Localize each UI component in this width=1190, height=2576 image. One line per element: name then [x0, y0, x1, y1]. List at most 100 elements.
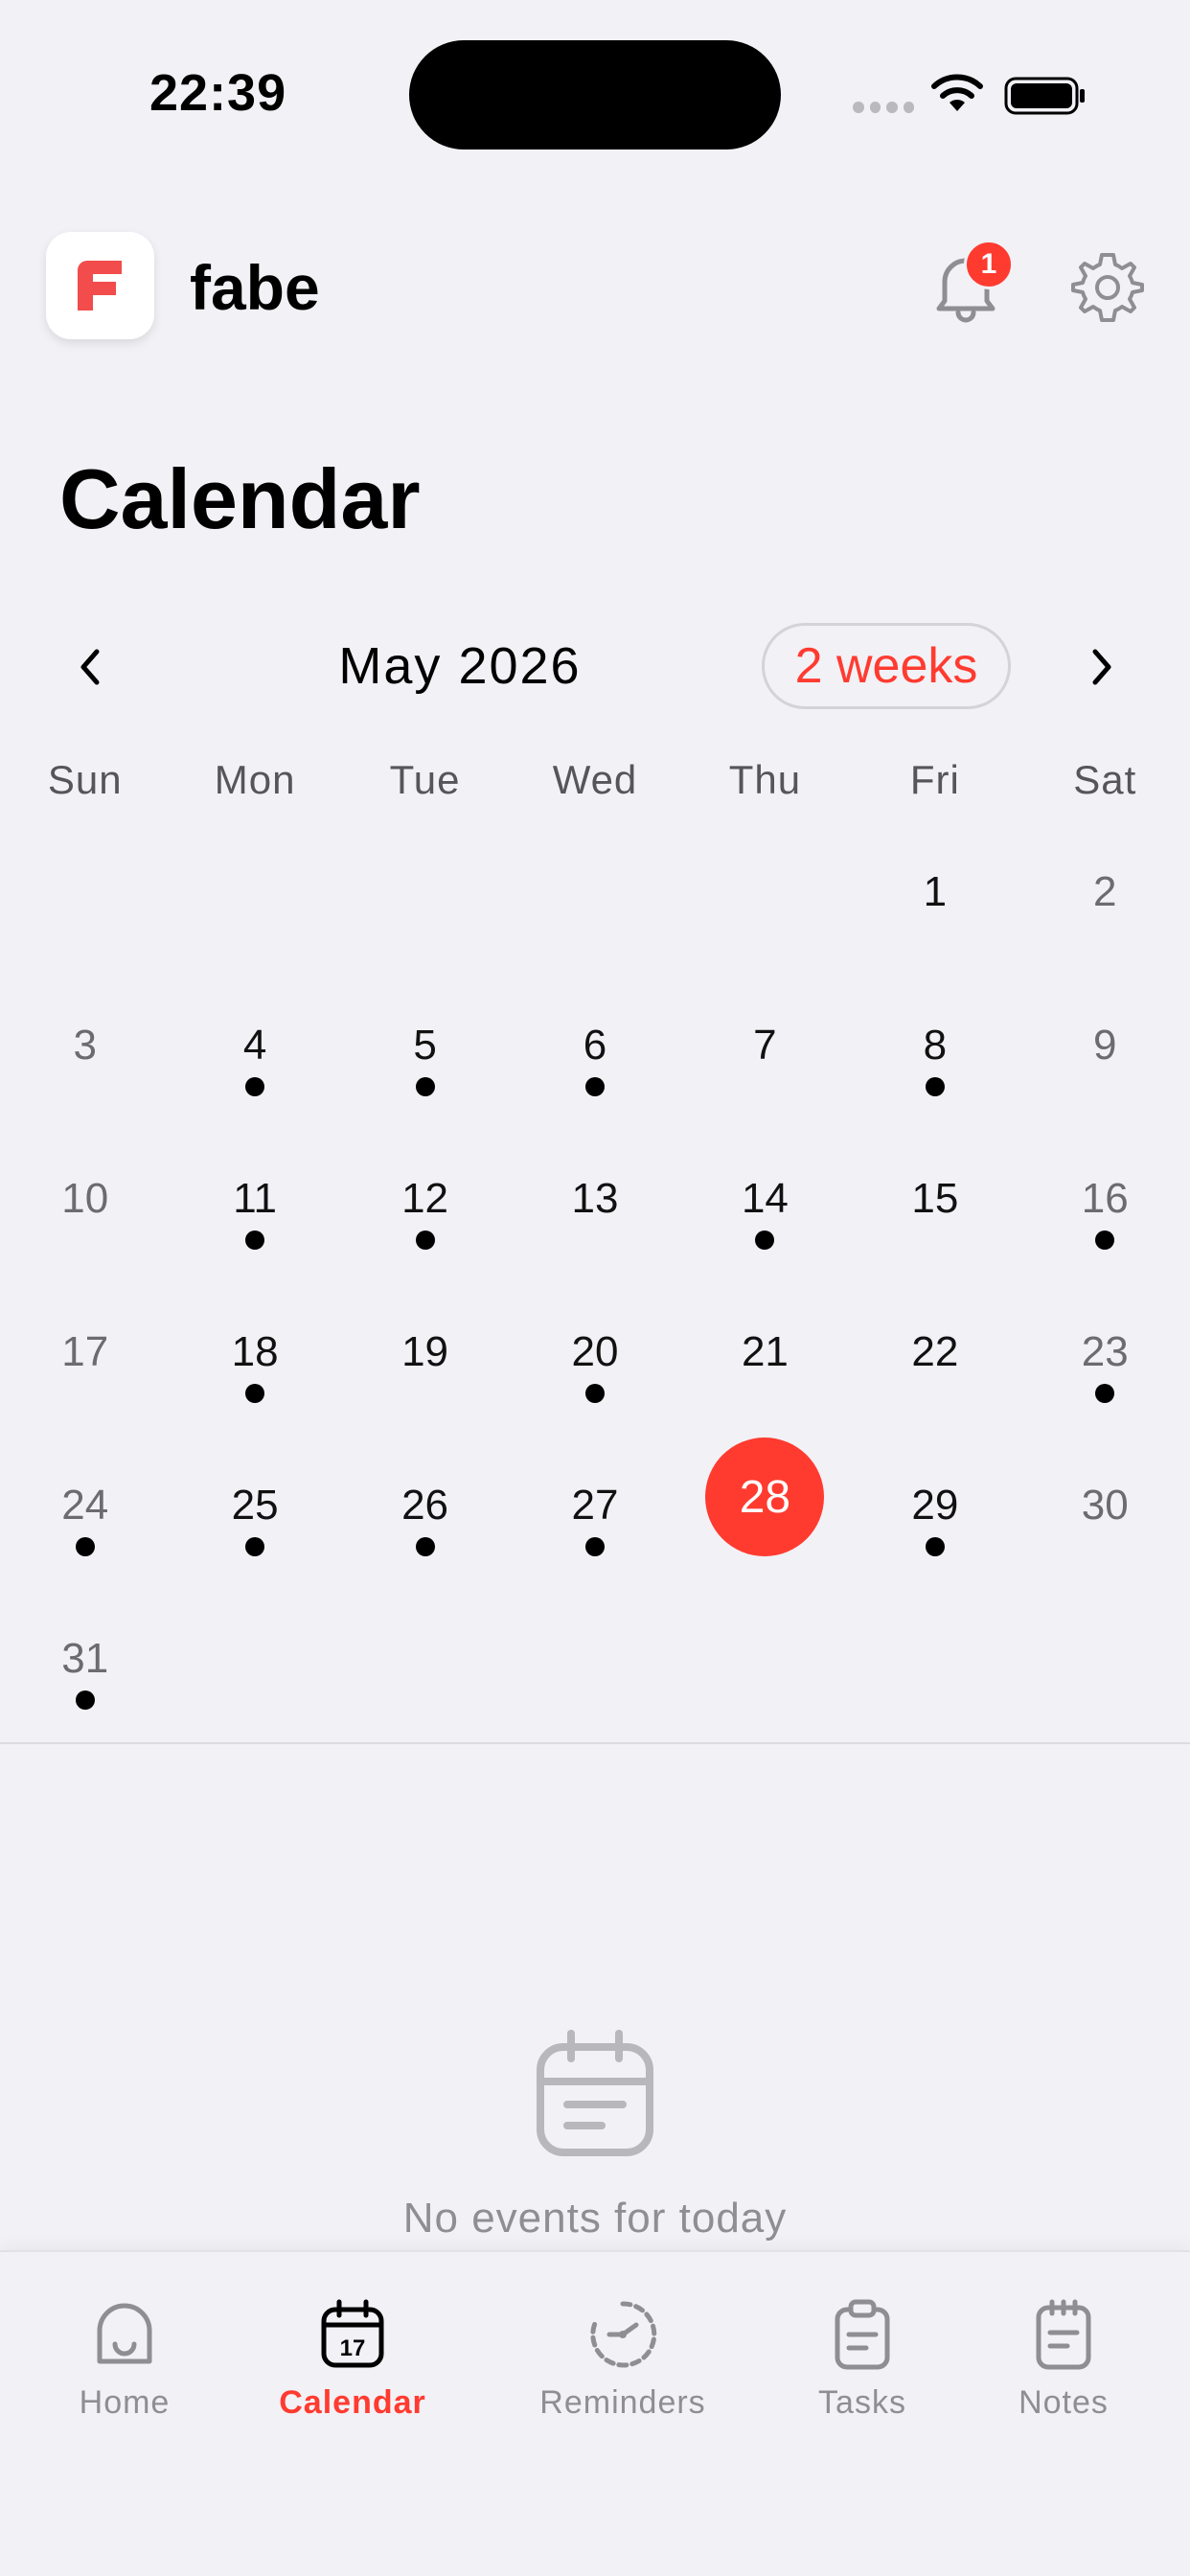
- day-number: 6: [583, 1022, 607, 1069]
- day-number: 31: [61, 1635, 109, 1682]
- day-cell[interactable]: 29: [850, 1455, 1019, 1608]
- day-cell[interactable]: 18: [170, 1301, 339, 1455]
- app-logo[interactable]: [46, 232, 154, 339]
- tab-tasks[interactable]: Tasks: [757, 2298, 968, 2461]
- day-number: 12: [401, 1175, 449, 1222]
- day-number: 29: [911, 1482, 959, 1529]
- empty-day-cell: [510, 841, 679, 995]
- home-icon: [97, 2303, 152, 2364]
- calendar-icon: 17: [321, 2299, 384, 2368]
- event-dot: [925, 1077, 945, 1096]
- day-number: 27: [571, 1482, 619, 1529]
- calendar-empty-icon: [537, 2030, 653, 2156]
- day-number: 2: [1093, 868, 1117, 915]
- day-number: 17: [61, 1328, 109, 1375]
- day-cell[interactable]: 26: [340, 1455, 510, 1608]
- weekday-label: Mon: [214, 757, 296, 802]
- day-cell[interactable]: 30: [1020, 1455, 1190, 1608]
- event-dot: [415, 1077, 435, 1096]
- day-cell[interactable]: 11: [170, 1148, 339, 1301]
- tab-label: Home: [79, 2384, 171, 2421]
- today-day-number: 28: [705, 1438, 825, 1556]
- page-title: Calendar: [59, 451, 421, 546]
- tab-label: Tasks: [818, 2384, 906, 2421]
- day-number: 7: [753, 1022, 777, 1069]
- empty-day-cell: [340, 841, 510, 995]
- tab-home[interactable]: Home: [19, 2298, 230, 2461]
- divider: [0, 1742, 1190, 1744]
- day-cell[interactable]: 4: [170, 995, 339, 1148]
- day-number: 20: [571, 1328, 619, 1375]
- empty-day-cell: [0, 841, 170, 995]
- day-cell[interactable]: 28: [680, 1438, 850, 1608]
- weekday-label: Sun: [47, 757, 123, 802]
- day-cell[interactable]: 5: [340, 995, 510, 1148]
- day-number: 13: [571, 1175, 619, 1222]
- wifi-icon: [931, 74, 983, 111]
- day-cell[interactable]: 9: [1020, 995, 1190, 1148]
- event-dot: [925, 1537, 945, 1556]
- day-number: 26: [401, 1482, 449, 1529]
- dynamic-island: [409, 40, 781, 150]
- day-number: 4: [242, 1022, 267, 1069]
- battery-icon: [1004, 77, 1085, 115]
- day-cell[interactable]: 27: [510, 1455, 679, 1608]
- day-number: 5: [413, 1022, 437, 1069]
- day-cell[interactable]: 3: [0, 995, 170, 1148]
- day-cell[interactable]: 31: [0, 1608, 170, 1761]
- day-cell[interactable]: 15: [850, 1148, 1019, 1301]
- notepad-icon: [1036, 2299, 1091, 2370]
- day-cell[interactable]: 10: [0, 1148, 170, 1301]
- weekday-label: Thu: [728, 757, 802, 802]
- day-number: 23: [1081, 1328, 1129, 1375]
- day-cell[interactable]: 24: [0, 1455, 170, 1608]
- chevron-left-icon: [80, 649, 100, 685]
- tab-calendar[interactable]: 17 Calendar: [247, 2298, 458, 2461]
- svg-text:17: 17: [340, 2335, 366, 2361]
- day-cell[interactable]: 8: [850, 995, 1019, 1148]
- tab-label: Reminders: [539, 2384, 706, 2421]
- day-cell[interactable]: 14: [680, 1148, 850, 1301]
- empty-day-cell: [170, 841, 339, 995]
- day-cell[interactable]: 19: [340, 1301, 510, 1455]
- previous-month-button[interactable]: [67, 640, 113, 694]
- day-cell[interactable]: 16: [1020, 1148, 1190, 1301]
- day-number: 25: [231, 1482, 279, 1529]
- day-cell[interactable]: 21: [680, 1301, 850, 1455]
- event-dot: [245, 1537, 265, 1556]
- day-number: 16: [1081, 1175, 1129, 1222]
- weekday-label: Fri: [909, 757, 960, 802]
- tab-reminders[interactable]: Reminders: [517, 2298, 728, 2461]
- tab-label: Notes: [1018, 2384, 1109, 2421]
- tab-notes[interactable]: Notes: [958, 2298, 1169, 2461]
- day-number: 1: [923, 868, 948, 915]
- day-cell[interactable]: 13: [510, 1148, 679, 1301]
- event-dot: [75, 1537, 95, 1556]
- day-cell[interactable]: 22: [850, 1301, 1019, 1455]
- calendar-grid: 1 2 3 4 5 6 7 8 9 10 11 12 13 14 15 16 17 18 19 20 21 22 23 24 2…: [0, 841, 1190, 1761]
- event-dot: [415, 1537, 435, 1556]
- event-dot: [75, 1690, 95, 1710]
- day-cell[interactable]: 12: [340, 1148, 510, 1301]
- day-cell[interactable]: 23: [1020, 1301, 1190, 1455]
- day-cell[interactable]: 17: [0, 1301, 170, 1455]
- settings-button[interactable]: [1071, 251, 1144, 324]
- event-dot: [584, 1537, 605, 1556]
- app-name: fabe: [190, 252, 320, 323]
- day-number: 24: [61, 1482, 109, 1529]
- day-number: 11: [233, 1175, 277, 1222]
- day-cell[interactable]: 2: [1020, 841, 1190, 995]
- gear-icon: [1071, 253, 1144, 322]
- view-toggle-button[interactable]: 2 weeks: [762, 623, 1011, 709]
- day-cell[interactable]: 20: [510, 1301, 679, 1455]
- day-cell[interactable]: 25: [170, 1455, 339, 1608]
- event-dot: [245, 1384, 265, 1403]
- day-cell[interactable]: 7: [680, 995, 850, 1148]
- day-number: 9: [1093, 1022, 1117, 1069]
- next-month-button[interactable]: [1079, 640, 1125, 694]
- day-number: 3: [73, 1022, 97, 1069]
- weekday-label: Tue: [389, 757, 461, 802]
- event-dot: [245, 1230, 265, 1250]
- day-cell[interactable]: 6: [510, 995, 679, 1148]
- day-cell[interactable]: 1: [850, 841, 1019, 995]
